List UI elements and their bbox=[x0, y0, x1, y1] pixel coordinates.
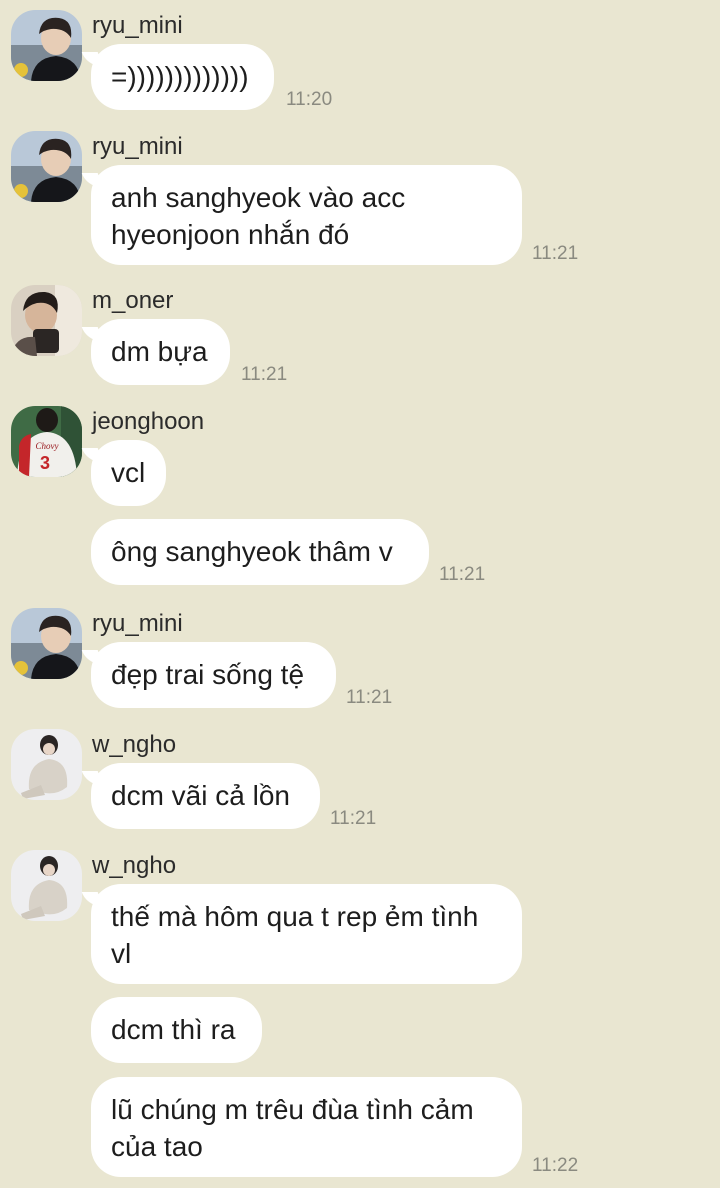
message-timestamp: 11:20 bbox=[286, 89, 333, 110]
message-bubble[interactable]: thế mà hôm qua t rep ẻm tình vl bbox=[91, 884, 522, 984]
sender-name: ryu_mini bbox=[92, 12, 183, 39]
message-timestamp: 11:22 bbox=[532, 1155, 579, 1176]
message-bubble[interactable]: ông sanghyeok thâm v bbox=[91, 519, 429, 585]
sender-name: m_oner bbox=[92, 287, 174, 314]
svg-text:Chovy: Chovy bbox=[36, 441, 59, 451]
message-bubble[interactable]: dcm thì ra bbox=[91, 997, 262, 1063]
message-timestamp: 11:21 bbox=[532, 243, 579, 264]
svg-text:3: 3 bbox=[40, 453, 50, 473]
w-ngho-avatar-icon[interactable] bbox=[11, 850, 82, 921]
ryu-mini-avatar-icon[interactable] bbox=[11, 608, 82, 679]
sender-name: ryu_mini bbox=[92, 133, 183, 160]
ryu-mini-avatar-icon[interactable] bbox=[11, 10, 82, 81]
message-bubble[interactable]: dcm vãi cả lồn bbox=[91, 763, 320, 829]
message-timestamp: 11:21 bbox=[439, 564, 486, 585]
message-timestamp: 11:21 bbox=[241, 364, 288, 385]
message-bubble[interactable]: lũ chúng m trêu đùa tình cảm của tao bbox=[91, 1077, 522, 1177]
m-oner-avatar-icon[interactable] bbox=[11, 285, 82, 356]
sender-name: ryu_mini bbox=[92, 610, 183, 637]
sender-name: w_ngho bbox=[92, 731, 177, 758]
ryu-mini-avatar-icon[interactable] bbox=[11, 131, 82, 202]
message-bubble[interactable]: vcl bbox=[91, 440, 166, 506]
jeonghoon-avatar-icon[interactable]: Chovy 3 bbox=[11, 406, 82, 477]
message-timestamp: 11:21 bbox=[346, 687, 393, 708]
message-bubble[interactable]: đẹp trai sống tệ bbox=[91, 642, 336, 708]
sender-name: w_ngho bbox=[92, 852, 177, 879]
message-bubble[interactable]: anh sanghyeok vào acc hyeonjoon nhắn đó bbox=[91, 165, 522, 265]
message-bubble[interactable]: dm bựa bbox=[91, 319, 230, 385]
message-timestamp: 11:21 bbox=[330, 808, 377, 829]
sender-name: jeonghoon bbox=[92, 408, 205, 435]
message-bubble[interactable]: =))))))))))))) bbox=[91, 44, 274, 110]
w-ngho-avatar-icon[interactable] bbox=[11, 729, 82, 800]
